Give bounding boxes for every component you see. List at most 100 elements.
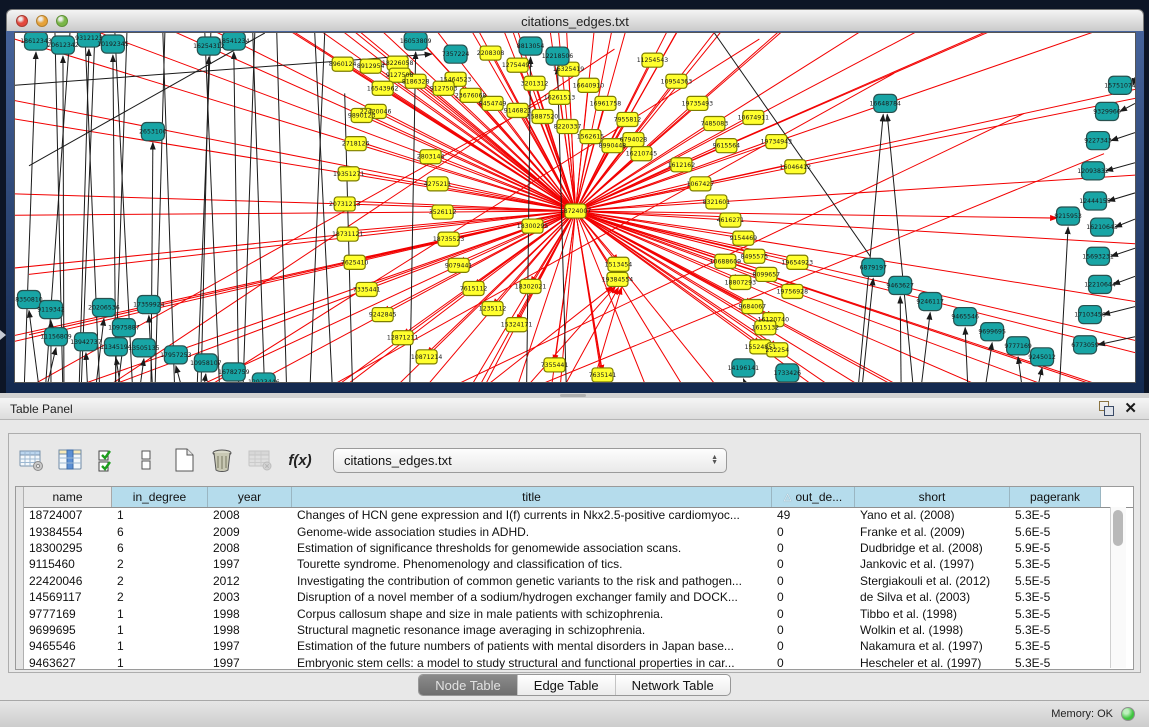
- svg-text:18302021: 18302021: [515, 283, 547, 290]
- svg-text:12218506: 12218506: [542, 53, 574, 60]
- column-header-title[interactable]: title: [292, 487, 772, 507]
- cell: 0: [772, 523, 855, 539]
- cell: 1: [112, 605, 208, 621]
- panel-collapse-arrow-icon[interactable]: [0, 330, 6, 340]
- svg-text:12210644: 12210644: [1084, 281, 1116, 288]
- tab-network-table[interactable]: Network Table: [616, 675, 730, 695]
- cell: Estimation of significance thresholds fo…: [292, 540, 772, 556]
- tab-node-table[interactable]: Node Table: [419, 675, 518, 695]
- cell: 1: [112, 655, 208, 670]
- show-column-button[interactable]: [55, 445, 85, 475]
- table-row[interactable]: 946554611997Estimation of the future num…: [24, 638, 1133, 654]
- cell: 1: [112, 507, 208, 523]
- svg-text:16210643: 16210643: [1086, 224, 1118, 231]
- svg-text:3526112: 3526112: [429, 209, 457, 216]
- svg-text:18731121: 18731121: [332, 231, 364, 238]
- trash-icon: [209, 447, 235, 473]
- svg-text:16261513: 16261513: [544, 94, 576, 101]
- table-settings-button[interactable]: [17, 445, 47, 475]
- cell: 2008: [208, 540, 292, 556]
- cell: 1997: [208, 638, 292, 654]
- checklist-button[interactable]: [93, 445, 123, 475]
- table-row[interactable]: 1830029562008Estimation of significance …: [24, 540, 1133, 556]
- svg-text:10688609: 10688609: [710, 258, 742, 265]
- svg-text:8215953: 8215953: [1054, 213, 1082, 220]
- svg-text:9227343: 9227343: [1084, 138, 1112, 145]
- tab-edge-table[interactable]: Edge Table: [518, 675, 616, 695]
- svg-text:1562615: 1562615: [577, 134, 605, 141]
- new-document-button[interactable]: [169, 445, 199, 475]
- table-row[interactable]: 1872400712008Changes of HCN gene express…: [24, 507, 1133, 523]
- trash-button[interactable]: [207, 445, 237, 475]
- window-titlebar[interactable]: citations_edges.txt: [6, 9, 1144, 32]
- cell: 2: [112, 556, 208, 572]
- cell: 1: [112, 622, 208, 638]
- svg-text:13505135: 13505135: [128, 345, 160, 352]
- cell: 18724007: [24, 507, 112, 523]
- column-header-pagerank[interactable]: pagerank: [1010, 487, 1101, 507]
- table-body: 1872400712008Changes of HCN gene express…: [24, 507, 1133, 669]
- citation-network-graph[interactable]: 8960124891295418226058912750816543962818…: [15, 33, 1135, 382]
- svg-text:12923446: 12923446: [248, 379, 280, 382]
- column-header-in_degree[interactable]: in_degree: [112, 487, 208, 507]
- float-panel-icon[interactable]: [1099, 401, 1114, 416]
- svg-text:20731213: 20731213: [329, 201, 361, 208]
- table-settings-icon: [19, 448, 45, 472]
- cell: Investigating the contribution of common…: [292, 573, 772, 589]
- svg-text:15464523: 15464523: [440, 76, 472, 83]
- svg-text:18541234: 18541234: [218, 38, 250, 45]
- svg-text:9777169: 9777169: [1004, 343, 1032, 350]
- cell: 2008: [208, 507, 292, 523]
- memory-status-label: Memory: OK: [1051, 708, 1113, 720]
- column-header-out_de[interactable]: △out_de...: [772, 487, 855, 507]
- svg-text:8186328: 8186328: [402, 78, 430, 85]
- show-column-icon: [57, 448, 83, 472]
- svg-text:13942737: 13942737: [70, 339, 102, 346]
- close-panel-icon[interactable]: ✕: [1124, 401, 1137, 416]
- svg-text:8321601: 8321601: [703, 199, 731, 206]
- svg-text:7357224: 7357224: [442, 51, 470, 58]
- network-table-select[interactable]: citations_edges.txt▲▼: [333, 448, 727, 473]
- svg-text:15693231: 15693231: [1082, 253, 1114, 260]
- cell: Nakamura et al. (1997): [855, 638, 1010, 654]
- svg-text:16046412: 16046412: [780, 164, 812, 171]
- svg-text:17957253: 17957253: [160, 352, 192, 359]
- vertical-scrollbar[interactable]: [1110, 507, 1126, 668]
- cell: 5.6E-5: [1010, 523, 1101, 539]
- cell: Genome-wide association studies in ADHD.: [292, 523, 772, 539]
- svg-text:252254: 252254: [766, 347, 790, 354]
- svg-text:2718126: 2718126: [342, 141, 370, 148]
- cell: 1997: [208, 556, 292, 572]
- table-row[interactable]: 946362711997Embryonic stem cells: a mode…: [24, 655, 1133, 670]
- rows-button[interactable]: [131, 445, 161, 475]
- svg-text:15751074: 15751074: [1104, 82, 1135, 89]
- scrollbar-thumb[interactable]: [1113, 510, 1123, 546]
- table-row[interactable]: 1456911722003Disruption of a novel membe…: [24, 589, 1133, 605]
- svg-text:7355441: 7355441: [541, 362, 569, 369]
- table-row[interactable]: 969969511998Structural magnetic resonanc…: [24, 622, 1133, 638]
- delete-table-button[interactable]: [245, 445, 275, 475]
- svg-text:19384554: 19384554: [602, 276, 634, 283]
- svg-text:9615564: 9615564: [713, 143, 741, 150]
- table-row[interactable]: 977716911998Corpus callosum shape and si…: [24, 605, 1133, 621]
- column-header-name[interactable]: name: [24, 487, 112, 507]
- column-header-short[interactable]: short: [855, 487, 1010, 507]
- cell: 14569117: [24, 589, 112, 605]
- svg-text:1235112: 1235112: [479, 306, 507, 313]
- svg-text:19756928: 19756928: [777, 288, 809, 295]
- table-row[interactable]: 911546021997Tourette syndrome. Phenomeno…: [24, 556, 1133, 572]
- cell: Embryonic stem cells: a model to study s…: [292, 655, 772, 670]
- network-canvas[interactable]: 8960124891295418226058912750816543962818…: [14, 32, 1136, 383]
- table-row[interactable]: 2242004622012Investigating the contribut…: [24, 573, 1133, 589]
- cell: Disruption of a novel member of a sodium…: [292, 589, 772, 605]
- divider-grip[interactable]: [560, 394, 586, 397]
- memory-status-indicator-icon[interactable]: [1121, 707, 1135, 721]
- cell: 0: [772, 655, 855, 670]
- svg-text:6773059: 6773059: [1071, 342, 1099, 349]
- table-row[interactable]: 1938455462009Genome-wide association stu…: [24, 523, 1133, 539]
- function-builder-button[interactable]: f(x): [285, 445, 315, 475]
- node-table: namein_degreeyeartitle△out_de...shortpag…: [15, 486, 1134, 670]
- column-header-year[interactable]: year: [208, 487, 292, 507]
- table-tab-bar: Node TableEdge TableNetwork Table: [0, 674, 1149, 696]
- cell: Tibbo et al. (1998): [855, 605, 1010, 621]
